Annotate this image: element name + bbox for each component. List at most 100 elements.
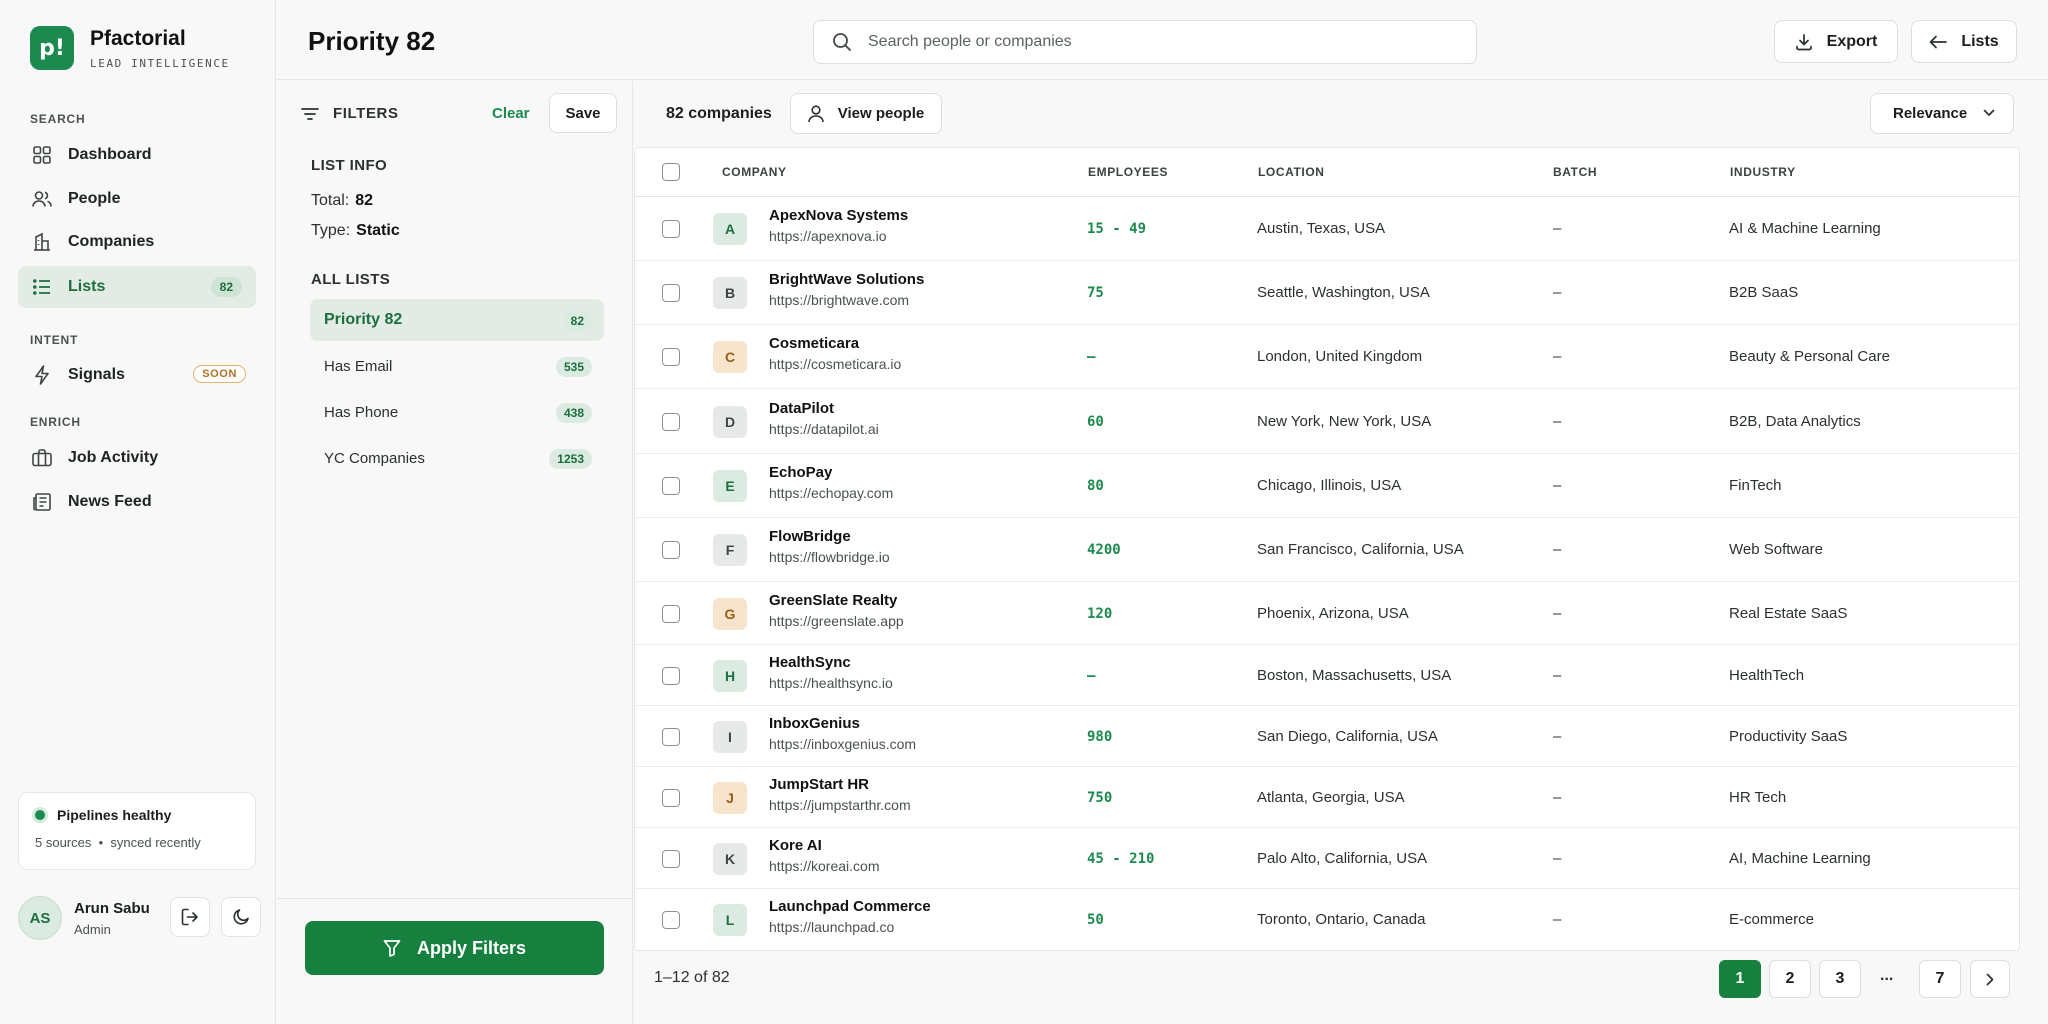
list-item-has-email[interactable]: Has Email 535 bbox=[310, 345, 604, 387]
table-row[interactable]: A ApexNova Systems https://apexnova.io 15 -… bbox=[635, 197, 2019, 261]
select-all-checkbox[interactable] bbox=[662, 163, 680, 181]
table-row[interactable]: K Kore AI https://koreai.com 45 - 210 Palo A… bbox=[635, 828, 2019, 889]
company-initial-avatar: B bbox=[713, 277, 747, 309]
company-url[interactable]: https://apexnova.io bbox=[769, 228, 887, 244]
company-batch: – bbox=[1553, 284, 1562, 301]
company-name[interactable]: GreenSlate Realty bbox=[769, 592, 897, 609]
list-item-yc-companies[interactable]: YC Companies 1253 bbox=[310, 437, 604, 479]
sidebar-item-label: Companies bbox=[68, 233, 155, 250]
results-area: 82 companies View people Relevance COMPA… bbox=[634, 81, 2048, 1024]
logout-button[interactable] bbox=[170, 897, 210, 937]
company-name[interactable]: JumpStart HR bbox=[769, 776, 869, 793]
page-3-button[interactable]: 3 bbox=[1819, 960, 1861, 998]
company-name[interactable]: Kore AI bbox=[769, 837, 822, 854]
column-location[interactable]: LOCATION bbox=[1258, 165, 1325, 179]
table-row[interactable]: L Launchpad Commerce https://launchpad.co 5… bbox=[635, 889, 2019, 951]
row-checkbox[interactable] bbox=[662, 284, 680, 302]
table-row[interactable]: J JumpStart HR https://jumpstarthr.com 750 A… bbox=[635, 767, 2019, 828]
arrow-left-icon bbox=[1929, 35, 1948, 48]
column-industry[interactable]: INDUSTRY bbox=[1730, 165, 1796, 179]
sidebar: p! Pfactorial LEAD INTELLIGENCE SEARCH D… bbox=[0, 0, 276, 1024]
table-row[interactable]: B BrightWave Solutions https://brightwave.… bbox=[635, 261, 2019, 325]
company-name[interactable]: BrightWave Solutions bbox=[769, 271, 924, 288]
search-icon bbox=[833, 33, 851, 51]
company-initial-avatar: L bbox=[713, 904, 747, 936]
list-info-label: LIST INFO bbox=[311, 157, 388, 174]
company-url[interactable]: https://healthsync.io bbox=[769, 675, 893, 691]
row-checkbox[interactable] bbox=[662, 348, 680, 366]
theme-toggle-button[interactable] bbox=[221, 897, 261, 937]
list-item-has-phone[interactable]: Has Phone 438 bbox=[310, 391, 604, 433]
back-to-lists-button[interactable]: Lists bbox=[1911, 20, 2017, 63]
company-name[interactable]: InboxGenius bbox=[769, 715, 860, 732]
column-company[interactable]: COMPANY bbox=[722, 165, 787, 179]
employee-count: – bbox=[1087, 668, 1096, 684]
row-checkbox[interactable] bbox=[662, 789, 680, 807]
table-header: COMPANY EMPLOYEES LOCATION BATCH INDUSTR… bbox=[635, 148, 2019, 197]
save-filters-button[interactable]: Save bbox=[549, 93, 617, 133]
sidebar-item-signals[interactable]: Signals SOON bbox=[18, 354, 256, 396]
sort-dropdown[interactable]: Relevance bbox=[1870, 93, 2014, 134]
table-row[interactable]: F FlowBridge https://flowbridge.io 4200 San … bbox=[635, 518, 2019, 582]
company-url[interactable]: https://inboxgenius.com bbox=[769, 736, 916, 752]
company-url[interactable]: https://launchpad.co bbox=[769, 919, 894, 935]
sidebar-item-job-activity[interactable]: Job Activity bbox=[18, 437, 256, 479]
company-url[interactable]: https://greenslate.app bbox=[769, 613, 904, 629]
company-name[interactable]: DataPilot bbox=[769, 400, 834, 417]
avatar[interactable]: AS bbox=[18, 896, 62, 940]
sidebar-item-lists[interactable]: Lists 82 bbox=[18, 266, 256, 308]
table-row[interactable]: E EchoPay https://echopay.com 80 Chicago, Il… bbox=[635, 454, 2019, 518]
export-button[interactable]: Export bbox=[1774, 20, 1898, 63]
row-checkbox[interactable] bbox=[662, 850, 680, 868]
company-initial-avatar: G bbox=[713, 598, 747, 630]
table-row[interactable]: I InboxGenius https://inboxgenius.com 980 Sa… bbox=[635, 706, 2019, 767]
clear-filters-link[interactable]: Clear bbox=[492, 105, 530, 122]
table-row[interactable]: G GreenSlate Realty https://greenslate.app… bbox=[635, 582, 2019, 645]
sidebar-item-dashboard[interactable]: Dashboard bbox=[18, 134, 256, 176]
moon-icon bbox=[233, 909, 249, 925]
company-location: London, United Kingdom bbox=[1257, 348, 1423, 365]
company-name[interactable]: HealthSync bbox=[769, 654, 851, 671]
row-checkbox[interactable] bbox=[662, 911, 680, 929]
view-people-button[interactable]: View people bbox=[790, 93, 942, 134]
list-item-priority-82[interactable]: Priority 82 82 bbox=[310, 299, 604, 341]
sidebar-item-companies[interactable]: Companies bbox=[18, 221, 256, 263]
apply-filters-button[interactable]: Apply Filters bbox=[305, 921, 604, 975]
column-employees[interactable]: EMPLOYEES bbox=[1088, 165, 1168, 179]
row-checkbox[interactable] bbox=[662, 541, 680, 559]
company-url[interactable]: https://jumpstarthr.com bbox=[769, 797, 911, 813]
table-row[interactable]: D DataPilot https://datapilot.ai 60 New York… bbox=[635, 389, 2019, 454]
row-checkbox[interactable] bbox=[662, 605, 680, 623]
pagination-ellipsis: ... bbox=[1880, 967, 1894, 984]
company-name[interactable]: ApexNova Systems bbox=[769, 207, 908, 224]
row-checkbox[interactable] bbox=[662, 413, 680, 431]
row-checkbox[interactable] bbox=[662, 728, 680, 746]
search-box[interactable] bbox=[813, 20, 1477, 64]
page-2-button[interactable]: 2 bbox=[1769, 960, 1811, 998]
company-name[interactable]: Cosmeticara bbox=[769, 335, 859, 352]
company-name[interactable]: EchoPay bbox=[769, 464, 832, 481]
page-7-button[interactable]: 7 bbox=[1919, 960, 1961, 998]
company-url[interactable]: https://flowbridge.io bbox=[769, 549, 890, 565]
sidebar-item-news-feed[interactable]: News Feed bbox=[18, 481, 256, 523]
company-url[interactable]: https://echopay.com bbox=[769, 485, 893, 501]
company-url[interactable]: https://datapilot.ai bbox=[769, 421, 879, 437]
company-url[interactable]: https://cosmeticara.io bbox=[769, 356, 901, 372]
table-row[interactable]: C Cosmeticara https://cosmeticara.io – Londo… bbox=[635, 325, 2019, 389]
sidebar-item-people[interactable]: People bbox=[18, 178, 256, 220]
table-row[interactable]: H HealthSync https://healthsync.io – Boston,… bbox=[635, 645, 2019, 706]
company-url[interactable]: https://koreai.com bbox=[769, 858, 880, 874]
brand[interactable]: p! Pfactorial LEAD INTELLIGENCE bbox=[30, 26, 230, 70]
pagination-range: 1–12 of 82 bbox=[654, 969, 730, 986]
company-name[interactable]: FlowBridge bbox=[769, 528, 851, 545]
column-batch[interactable]: BATCH bbox=[1553, 165, 1597, 179]
row-checkbox[interactable] bbox=[662, 667, 680, 685]
search-input[interactable] bbox=[868, 33, 1448, 51]
company-url[interactable]: https://brightwave.com bbox=[769, 292, 909, 308]
row-checkbox[interactable] bbox=[662, 477, 680, 495]
page-1-button[interactable]: 1 bbox=[1719, 960, 1761, 998]
page-title: Priority 82 bbox=[308, 26, 436, 56]
row-checkbox[interactable] bbox=[662, 220, 680, 238]
next-page-button[interactable] bbox=[1970, 960, 2010, 998]
company-name[interactable]: Launchpad Commerce bbox=[769, 898, 931, 915]
